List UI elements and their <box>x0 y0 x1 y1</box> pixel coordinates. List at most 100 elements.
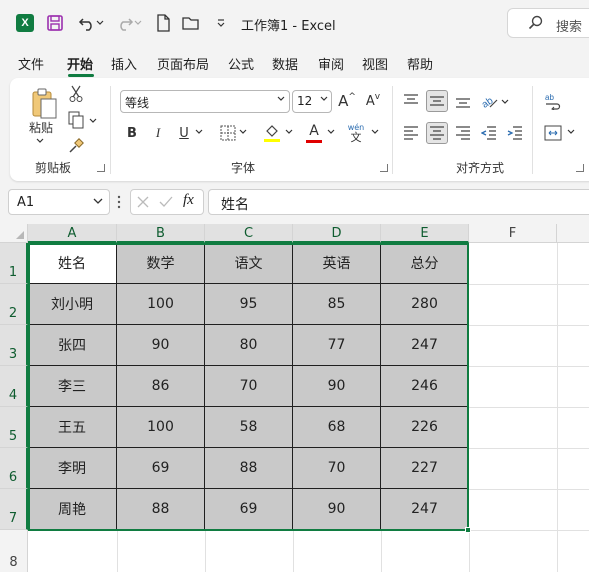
align-right-icon[interactable] <box>452 122 474 144</box>
column-header-f[interactable]: F <box>469 224 557 243</box>
cell-a3[interactable]: 张四 <box>28 325 117 366</box>
font-launcher-icon[interactable] <box>380 164 388 172</box>
tab-file[interactable]: 文件 <box>18 54 44 73</box>
cell-b1[interactable]: 数学 <box>117 243 205 284</box>
tab-home[interactable]: 开始 <box>67 54 93 73</box>
borders-icon[interactable] <box>218 122 238 144</box>
cell-d1[interactable]: 英语 <box>293 243 381 284</box>
undo-dropdown-icon[interactable] <box>94 12 106 34</box>
cell-d6[interactable]: 70 <box>293 448 381 489</box>
row-header-2[interactable]: 2 <box>0 284 28 325</box>
select-all-button[interactable] <box>0 224 28 243</box>
cell-c7[interactable]: 69 <box>205 489 293 530</box>
cell-d5[interactable]: 68 <box>293 407 381 448</box>
bold-button[interactable]: B <box>122 122 142 144</box>
insert-function-icon[interactable]: fx <box>183 192 194 209</box>
column-header-b[interactable]: B <box>117 224 205 243</box>
column-header-d[interactable]: D <box>293 224 381 243</box>
merge-dropdown-icon[interactable] <box>566 126 576 138</box>
column-header-e[interactable]: E <box>381 224 469 243</box>
redo-dropdown-icon[interactable] <box>132 12 144 34</box>
align-top-icon[interactable] <box>400 90 422 112</box>
grow-font-button[interactable]: A ^ <box>336 90 358 112</box>
underline-dropdown-icon[interactable] <box>194 126 204 138</box>
font-size-select[interactable]: 12 <box>292 90 332 113</box>
cell-e3[interactable]: 247 <box>381 325 469 366</box>
row-header-6[interactable]: 6 <box>0 448 28 489</box>
cancel-icon[interactable] <box>137 196 149 211</box>
cell-a7[interactable]: 周艳 <box>28 489 117 530</box>
align-middle-icon[interactable] <box>426 90 448 112</box>
cell-b5[interactable]: 100 <box>117 407 205 448</box>
shrink-font-button[interactable]: Av <box>362 90 384 112</box>
cell-c3[interactable]: 80 <box>205 325 293 366</box>
borders-dropdown-icon[interactable] <box>238 126 248 138</box>
cell-d7[interactable]: 90 <box>293 489 381 530</box>
cell-e2[interactable]: 280 <box>381 284 469 325</box>
cell-c2[interactable]: 95 <box>205 284 293 325</box>
formula-input[interactable]: 姓名 <box>208 189 589 215</box>
column-header-a[interactable]: A <box>28 224 117 243</box>
cell-d3[interactable]: 77 <box>293 325 381 366</box>
copy-dropdown-icon[interactable] <box>88 116 98 126</box>
cell-b7[interactable]: 88 <box>117 489 205 530</box>
more-options-icon[interactable] <box>117 195 121 209</box>
row-header-7[interactable]: 7 <box>0 489 28 530</box>
font-family-select[interactable]: 等线 <box>120 90 290 113</box>
row-header-3[interactable]: 3 <box>0 325 28 366</box>
orientation-dropdown-icon[interactable] <box>500 96 510 108</box>
cell-e5[interactable]: 226 <box>381 407 469 448</box>
cell-c6[interactable]: 88 <box>205 448 293 489</box>
tab-help[interactable]: 帮助 <box>407 54 433 73</box>
tab-data[interactable]: 数据 <box>272 54 298 73</box>
cell-e6[interactable]: 227 <box>381 448 469 489</box>
paste-icon[interactable] <box>26 86 62 122</box>
cell-c4[interactable]: 70 <box>205 366 293 407</box>
phonetic-dropdown-icon[interactable] <box>370 126 380 138</box>
cut-icon[interactable] <box>66 84 86 104</box>
cell-e7[interactable]: 247 <box>381 489 469 530</box>
italic-button[interactable]: I <box>148 122 168 144</box>
search-box[interactable]: 搜索 <box>507 8 589 38</box>
name-box[interactable]: A1 <box>8 189 110 215</box>
row-header-5[interactable]: 5 <box>0 407 28 448</box>
alignment-launcher-icon[interactable] <box>576 164 584 172</box>
increase-indent-icon[interactable] <box>504 122 526 144</box>
clipboard-launcher-icon[interactable] <box>97 164 105 172</box>
phonetic-guide-button[interactable]: wén 文 <box>344 120 368 146</box>
cell-e1[interactable]: 总分 <box>381 243 469 284</box>
tab-page-layout[interactable]: 页面布局 <box>157 54 209 73</box>
enter-icon[interactable] <box>159 196 173 211</box>
align-bottom-icon[interactable] <box>452 90 474 112</box>
row-header-1[interactable]: 1 <box>0 243 28 284</box>
cell-c1[interactable]: 语文 <box>205 243 293 284</box>
save-icon[interactable] <box>44 12 66 34</box>
decrease-indent-icon[interactable] <box>478 122 500 144</box>
cell-b3[interactable]: 90 <box>117 325 205 366</box>
orientation-icon[interactable]: ab <box>478 90 500 112</box>
merge-center-icon[interactable] <box>542 122 564 144</box>
tab-formulas[interactable]: 公式 <box>228 54 254 73</box>
paste-label[interactable]: 粘贴 <box>24 119 58 135</box>
align-center-icon[interactable] <box>426 122 448 144</box>
cell-a1[interactable]: 姓名 <box>28 243 117 284</box>
paste-dropdown-icon[interactable] <box>34 136 46 146</box>
cell-a4[interactable]: 李三 <box>28 366 117 407</box>
font-color-dropdown-icon[interactable] <box>326 126 336 138</box>
cell-b2[interactable]: 100 <box>117 284 205 325</box>
chevron-down-icon[interactable] <box>93 195 103 208</box>
worksheet-grid[interactable]: A B C D E F 1 2 3 4 5 6 7 8 姓名 数学 语文 英语 总分 刘小… <box>0 224 589 572</box>
column-header-g[interactable] <box>557 224 589 243</box>
fill-color-dropdown-icon[interactable] <box>284 126 294 138</box>
format-painter-icon[interactable] <box>66 136 86 156</box>
cell-a2[interactable]: 刘小明 <box>28 284 117 325</box>
cell-a5[interactable]: 王五 <box>28 407 117 448</box>
cell-d4[interactable]: 90 <box>293 366 381 407</box>
underline-button[interactable]: U <box>174 122 194 144</box>
new-file-icon[interactable] <box>152 12 174 34</box>
fill-handle[interactable] <box>465 527 471 533</box>
row-header-8[interactable]: 8 <box>0 530 28 572</box>
cell-d2[interactable]: 85 <box>293 284 381 325</box>
copy-icon[interactable] <box>66 110 86 130</box>
font-color-button[interactable]: A <box>304 122 324 144</box>
